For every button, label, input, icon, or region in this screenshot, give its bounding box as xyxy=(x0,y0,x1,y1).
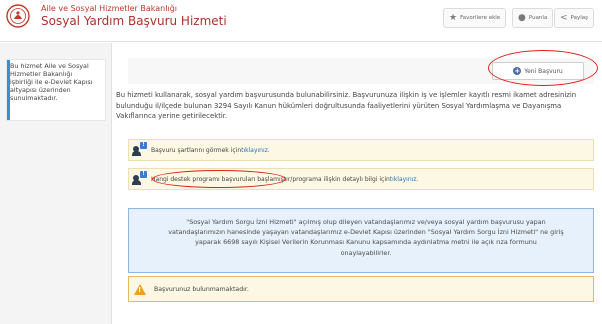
add-favorite-label: Favorilere ekle xyxy=(460,15,501,21)
rate-label: Puanla xyxy=(528,15,548,21)
sidebar-info-box: Bu hizmet Aile ve Sosyal Hizmetler Bakan… xyxy=(6,59,106,121)
ministry-name: Aile ve Sosyal Hizmetler Bakanlığı xyxy=(41,4,177,13)
sidebar: Bu hizmet Aile ve Sosyal Hizmetler Bakan… xyxy=(0,43,112,324)
rate-button[interactable]: ● Puanla xyxy=(512,8,554,28)
new-application-button[interactable]: + Yeni Başvuru xyxy=(492,62,584,80)
intro-text: Bu hizmeti kullanarak, sosyal yardım baş… xyxy=(116,90,596,122)
warning-text: Başvurunuz bulunmamaktadır. xyxy=(154,285,249,293)
add-favorite-button[interactable]: ★ Favorilere ekle xyxy=(443,8,507,28)
intro-line: Bu hizmeti kullanarak, sosyal yardım baş… xyxy=(116,91,577,99)
service-title: Sosyal Yardım Başvuru Hizmeti xyxy=(41,14,227,28)
ministry-logo xyxy=(6,4,30,28)
star-icon: ★ xyxy=(449,12,458,23)
consent-line: vatandaşlarımızın hanesinde yaşayan vata… xyxy=(168,228,564,237)
programs-note: ! Hangi destek programı başvuruları başl… xyxy=(128,168,594,190)
info-accent-bar xyxy=(7,60,10,120)
programs-text: Hangi destek programı başvuruları başlam… xyxy=(151,175,390,183)
new-application-label: Yeni Başvuru xyxy=(524,67,563,75)
no-application-warning: ! Başvurunuz bulunmamaktadır. xyxy=(128,276,594,302)
share-label: Paylaş xyxy=(570,15,589,21)
chat-icon: ● xyxy=(518,12,526,23)
requirements-link[interactable]: tıklayınız. xyxy=(241,147,270,154)
plus-icon: + xyxy=(513,67,522,75)
user-info-icon: ! xyxy=(132,171,147,185)
intro-line: bulunduğu il/ilçede bulunan 3294 Sayılı … xyxy=(116,101,562,110)
share-icon: < xyxy=(560,12,568,23)
share-button[interactable]: < Paylaş xyxy=(554,8,595,28)
page-header: Aile ve Sosyal Hizmetler Bakanlığı Sosya… xyxy=(0,0,602,42)
programs-link[interactable]: tıklayınız. xyxy=(390,176,419,183)
consent-line: "Sosyal Yardım Sorgu İzni Hizmeti" açılm… xyxy=(186,218,546,226)
requirements-note: ! Başvuru şartlarını görmek için tıklayı… xyxy=(128,139,594,161)
consent-info-box: "Sosyal Yardım Sorgu İzni Hizmeti" açılm… xyxy=(128,208,594,273)
consent-line: onaylayabilirler. xyxy=(340,248,392,257)
consent-line: yaparak 6698 sayılı Kişisel Verilerin Ko… xyxy=(195,238,537,247)
sidebar-info-line: sunulmaktadır. xyxy=(10,93,58,102)
user-info-icon: ! xyxy=(132,142,147,156)
requirements-text: Başvuru şartlarını görmek için xyxy=(151,146,242,154)
warning-icon: ! xyxy=(134,283,146,295)
intro-line: Vakıflarınca yerine getirilecektir. xyxy=(116,112,228,120)
